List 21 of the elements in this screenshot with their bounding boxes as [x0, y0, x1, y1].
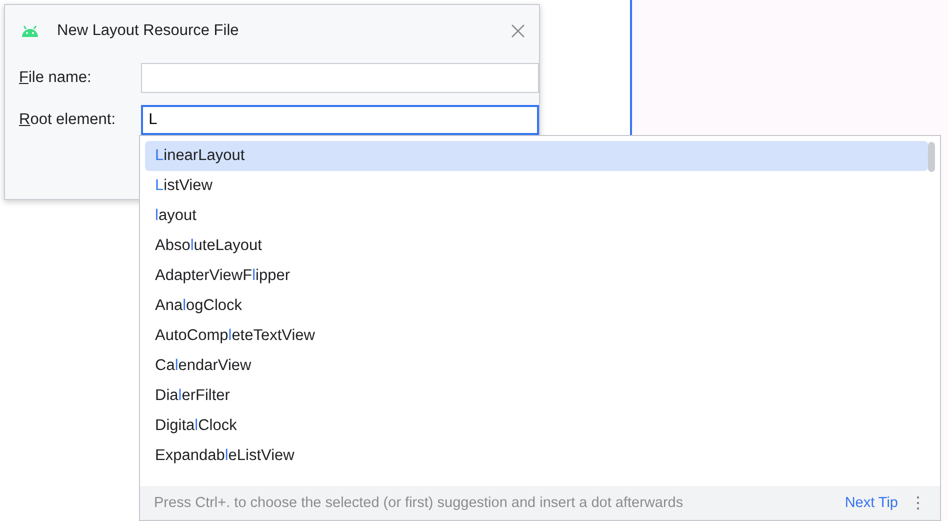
suggestion-item[interactable]: DigitalClock [145, 411, 928, 441]
field-label: Root element: [19, 111, 117, 129]
suggestion-item[interactable]: AbsoluteLayout [145, 231, 928, 261]
suggestion-item[interactable]: LinearLayout [145, 141, 928, 171]
suggestion-item[interactable]: ListView [145, 171, 928, 201]
suggestion-item[interactable]: CalendarView [145, 351, 928, 381]
scrollbar-thumb[interactable] [928, 142, 935, 172]
dialog-title: New Layout Resource File [57, 22, 240, 40]
input-field[interactable] [140, 63, 539, 93]
suggestion-item[interactable]: AutoCompleteTextView [145, 321, 928, 351]
field-label: File name: [19, 69, 92, 87]
hint-text: Press Ctrl+. to choose the selected (or first) suggestion and insert a dot afterwards [154, 495, 684, 511]
android-icon [21, 25, 39, 37]
next-tip-link[interactable]: Next Tip [844, 495, 898, 511]
suggestion-item[interactable]: AnalogClock [145, 291, 928, 321]
suggestion-item[interactable]: layout [145, 201, 928, 231]
input-field[interactable]: L [140, 105, 539, 135]
suggestion-item[interactable]: DialerFilter [145, 381, 928, 411]
suggestion-item[interactable]: AdapterViewFlipper [145, 261, 928, 291]
more-button[interactable]: ⋮ [906, 493, 930, 513]
suggestion-item[interactable]: ExpandableListView [145, 441, 928, 471]
